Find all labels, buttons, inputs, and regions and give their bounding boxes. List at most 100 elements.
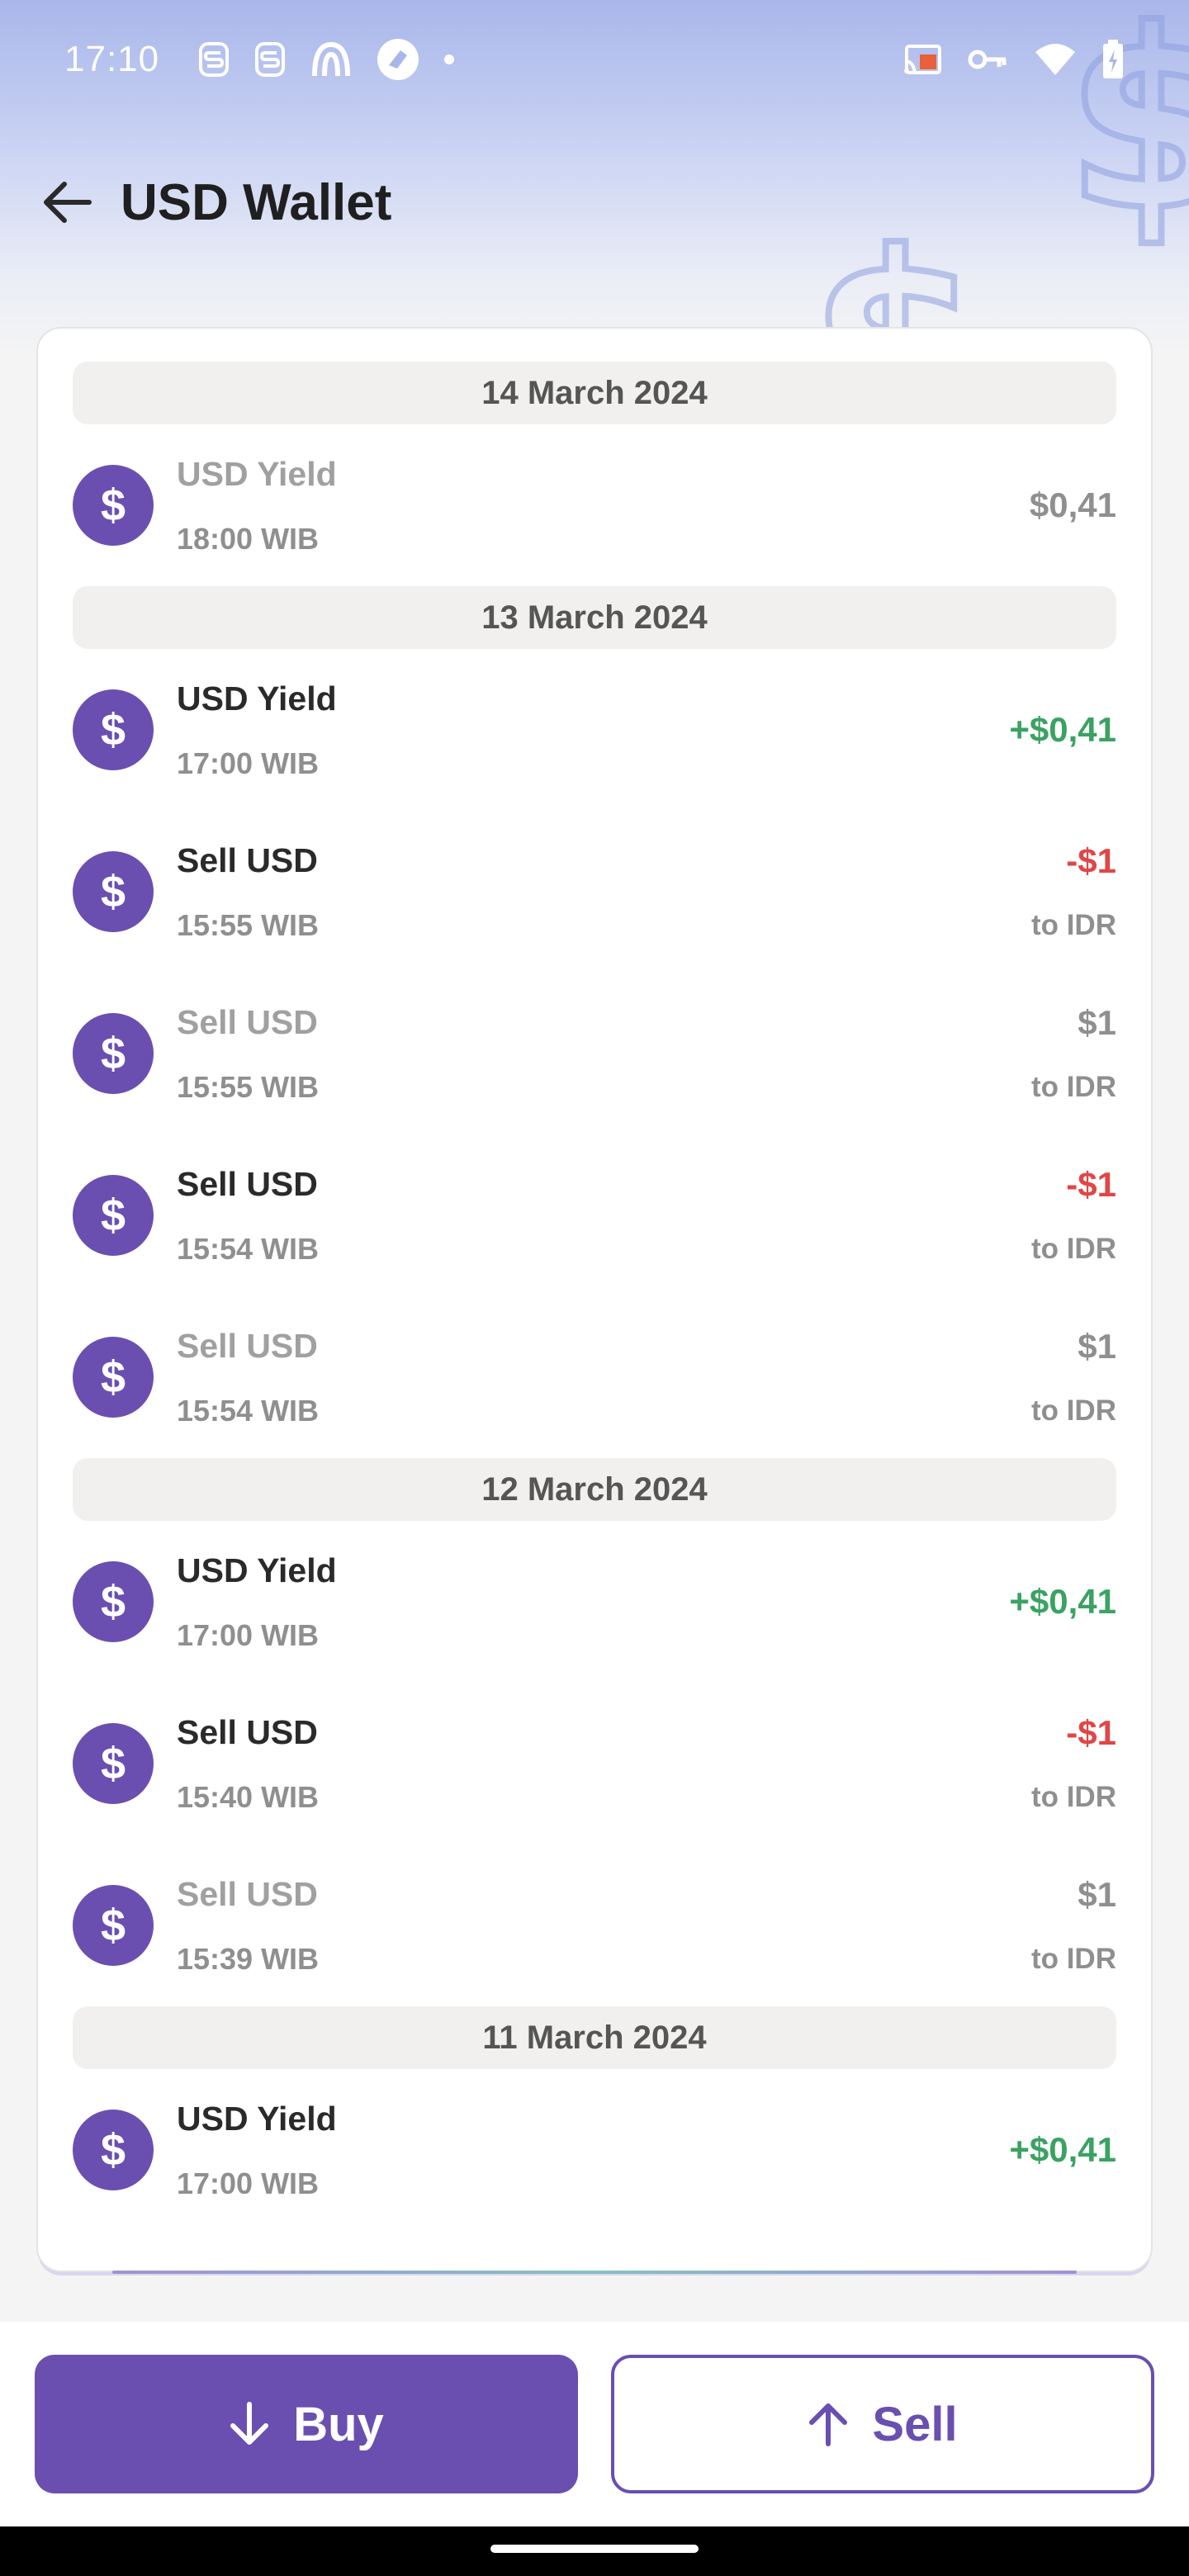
date-header: 14 March 2024 [73, 362, 1116, 424]
transaction-amount-block: $1 to IDR [1031, 1003, 1116, 1104]
transaction-details: USD Yield 17:00 WIB [177, 1551, 337, 1653]
transaction-title: USD Yield [177, 1551, 337, 1589]
transaction-details: USD Yield 17:00 WIB [177, 680, 337, 781]
arrow-up-icon [809, 2403, 848, 2446]
transaction-details: Sell USD 15:55 WIB [177, 1003, 319, 1105]
transaction-row[interactable]: $ Sell USD 15:54 WIB -$1 to IDR [73, 1134, 1116, 1296]
dollar-icon: $ [73, 689, 154, 770]
dollar-icon: $ [73, 1561, 154, 1642]
buy-button[interactable]: Buy [35, 2355, 578, 2493]
battery-icon [1103, 40, 1123, 78]
transaction-time: 17:00 WIB [177, 1617, 320, 1652]
transaction-title: USD Yield [177, 679, 337, 717]
transaction-amount: -$1 [1066, 1713, 1116, 1752]
transaction-title: Sell USD [177, 1712, 318, 1751]
vpn-key-icon [968, 50, 1007, 69]
dot-icon [444, 54, 455, 64]
transaction-list: 14 March 2024 $ USD Yield 18:00 WIB $0,41 13 … [73, 362, 1116, 2231]
transaction-amount: $1 [1078, 1003, 1116, 1042]
date-header: 12 March 2024 [73, 1458, 1116, 1521]
transaction-time: 17:00 WIB [177, 2166, 320, 2200]
dollar-icon: $ [73, 1175, 154, 1256]
transaction-row[interactable]: $ Sell USD 15:40 WIB -$1 to IDR [73, 1683, 1116, 1844]
transaction-amount-block: $0,41 [1030, 485, 1116, 525]
app-header: USD Wallet [0, 157, 1189, 248]
cast-icon [904, 45, 941, 74]
transaction-destination: to IDR [1030, 1395, 1116, 1427]
transaction-row[interactable]: $ USD Yield 17:00 WIB +$0,41 [73, 649, 1116, 811]
status-time: 17:10 [64, 39, 160, 79]
date-header: 11 March 2024 [73, 2006, 1116, 2069]
dollar-icon: $ [73, 465, 154, 546]
notification-icons [197, 37, 455, 82]
dollar-icon: $ [73, 851, 154, 932]
transaction-details: Sell USD 15:55 WIB [177, 841, 319, 943]
transaction-destination: to IDR [1030, 1943, 1116, 1975]
transaction-details: Sell USD 15:39 WIB [177, 1875, 319, 1977]
transaction-details: USD Yield 18:00 WIB [177, 455, 337, 556]
transaction-details: Sell USD 15:40 WIB [177, 1713, 319, 1815]
transaction-destination: to IDR [1030, 909, 1116, 941]
transaction-amount: $1 [1078, 1327, 1116, 1366]
transaction-amount: -$1 [1066, 1165, 1116, 1204]
transaction-details: Sell USD 15:54 WIB [177, 1165, 319, 1267]
transaction-time: 15:39 WIB [177, 1941, 320, 1976]
transaction-amount: -$1 [1066, 841, 1116, 880]
transaction-amount: $0,41 [1029, 485, 1116, 524]
app-arc-icon [312, 41, 351, 77]
transaction-amount-block: +$0,41 [1009, 2130, 1116, 2170]
page-title: USD Wallet [121, 173, 392, 231]
dollar-icon: $ [73, 1885, 154, 1966]
transaction-destination: to IDR [1030, 1233, 1116, 1265]
transaction-title: Sell USD [177, 1326, 318, 1365]
transaction-amount: $1 [1078, 1875, 1116, 1914]
transaction-row[interactable]: $ Sell USD 15:39 WIB $1 to IDR [73, 1844, 1116, 2006]
sell-button[interactable]: Sell [611, 2355, 1154, 2493]
action-bar: Buy Sell [0, 2322, 1189, 2526]
transaction-amount-block: -$1 to IDR [1031, 1713, 1116, 1814]
transaction-amount-block: +$0,41 [1009, 710, 1116, 750]
card-accent-line [112, 2271, 1077, 2274]
transaction-time: 17:00 WIB [177, 746, 320, 780]
transaction-amount-block: +$0,41 [1009, 1582, 1116, 1622]
transaction-time: 15:54 WIB [177, 1393, 320, 1428]
back-button[interactable] [30, 165, 104, 239]
transaction-details: USD Yield 17:00 WIB [177, 2100, 337, 2201]
transaction-row[interactable]: $ Sell USD 15:54 WIB $1 to IDR [73, 1296, 1116, 1458]
transaction-details: Sell USD 15:54 WIB [177, 1327, 319, 1428]
dollar-icon: $ [73, 2110, 154, 2190]
dollar-icon: $ [73, 1013, 154, 1094]
system-navigation-bar [0, 2526, 1189, 2576]
transaction-row[interactable]: $ USD Yield 17:00 WIB +$0,41 [73, 1521, 1116, 1683]
wifi-icon [1035, 44, 1075, 75]
transaction-time: 15:40 WIB [177, 1779, 320, 1814]
transaction-amount-block: -$1 to IDR [1031, 1165, 1116, 1266]
transaction-row[interactable]: $ USD Yield 17:00 WIB +$0,41 [73, 2069, 1116, 2231]
transaction-row[interactable]: $ Sell USD 15:55 WIB $1 to IDR [73, 973, 1116, 1134]
transaction-title: USD Yield [177, 2099, 337, 2138]
arrow-down-icon [230, 2402, 269, 2445]
transaction-row[interactable]: $ Sell USD 15:55 WIB -$1 to IDR [73, 811, 1116, 973]
dollar-icon: $ [73, 1723, 154, 1804]
system-icons [902, 40, 1125, 79]
transaction-title: USD Yield [177, 454, 337, 493]
transaction-title: Sell USD [177, 841, 318, 879]
buy-label: Buy [293, 2397, 384, 2451]
transaction-destination: to IDR [1030, 1781, 1116, 1813]
transaction-time: 15:55 WIB [177, 1069, 320, 1104]
transaction-amount: +$0,41 [1009, 2130, 1116, 2169]
app-s-icon [255, 42, 286, 77]
status-bar: 17:10 [0, 0, 1189, 119]
transaction-amount-block: $1 to IDR [1031, 1327, 1116, 1428]
dollar-icon: $ [73, 1337, 154, 1418]
transaction-amount: +$0,41 [1009, 1582, 1116, 1621]
transaction-time: 18:00 WIB [177, 521, 320, 556]
arrow-left-icon [44, 182, 92, 223]
transaction-row[interactable]: $ USD Yield 18:00 WIB $0,41 [73, 424, 1116, 586]
sell-label: Sell [872, 2397, 958, 2451]
transaction-time: 15:55 WIB [177, 907, 320, 942]
transaction-amount-block: $1 to IDR [1031, 1875, 1116, 1976]
home-indicator[interactable] [490, 2545, 699, 2553]
transaction-destination: to IDR [1030, 1071, 1116, 1103]
transaction-amount-block: -$1 to IDR [1031, 841, 1116, 942]
